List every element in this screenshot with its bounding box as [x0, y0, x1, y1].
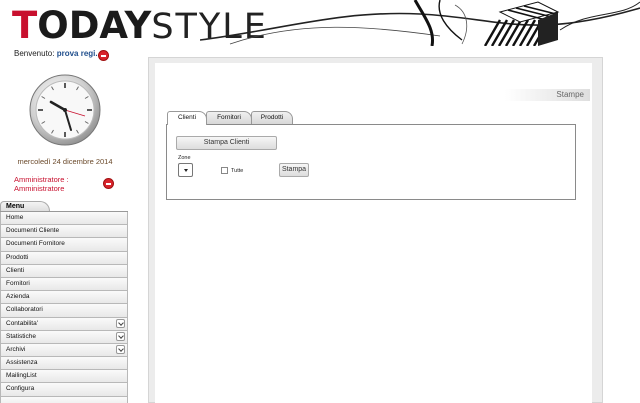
user-name-link[interactable]: prova regi...: [57, 49, 102, 58]
sidebar-item-label: Configura: [6, 385, 35, 393]
tutte-label: Tutte: [231, 168, 244, 174]
chevron-down-icon: [184, 169, 188, 172]
current-date: mercoledì 24 dicembre 2014: [17, 157, 113, 166]
sidebar-item-azienda[interactable]: Azienda: [0, 291, 128, 305]
sidebar-item-label: Azienda: [6, 293, 30, 301]
zone-select[interactable]: [178, 163, 193, 177]
stampa-clienti-button[interactable]: Stampa Clienti: [176, 136, 277, 150]
chevron-down-icon[interactable]: [116, 319, 125, 328]
page-title: Stampe: [556, 90, 584, 99]
main-panel: Stampe Clienti Fornitori Prodotti Stampa…: [148, 57, 603, 403]
chevron-down-icon[interactable]: [116, 332, 125, 342]
sidebar-item-label: Collaboratori: [6, 306, 43, 314]
sidebar-item-label: Statistiche: [6, 332, 36, 340]
sidebar-item-configura[interactable]: Configura: [0, 383, 128, 397]
sidebar-item-documenti-cliente[interactable]: Documenti Cliente: [0, 225, 128, 239]
sidebar-item-label: Documenti Fornitore: [6, 240, 65, 248]
sidebar-item-label: Assistenza: [6, 359, 38, 367]
welcome-text: Benvenuto: prova regi...: [14, 49, 102, 58]
sidebar-menu: Home Documenti Cliente Documenti Fornitore…: [0, 212, 128, 403]
sidebar-item-contabilita[interactable]: Contabilita': [0, 317, 128, 331]
role-line-1: Amministratore :: [14, 175, 69, 184]
sidebar-item-label: Prodotti: [6, 253, 29, 261]
user-role: Amministratore : Amministratore: [14, 175, 69, 193]
sidebar-item-collaboratori[interactable]: Collaboratori: [0, 304, 128, 318]
tab-fornitori[interactable]: Fornitori: [206, 111, 252, 124]
analog-clock: [29, 74, 101, 146]
sidebar-item-more[interactable]: [0, 396, 128, 403]
sidebar-item-label: Home: [6, 214, 24, 221]
tab-clienti[interactable]: Clienti: [167, 111, 207, 125]
sidebar-item-prodotti[interactable]: Prodotti: [0, 251, 128, 265]
logo-bold-text: ODAY: [37, 4, 152, 46]
app-window: TODAYSTYLE Benvenuto: prova regi... merc…: [0, 0, 640, 403]
sidebar-item-mailinglist[interactable]: MailingList: [0, 370, 128, 384]
sidebar-item-label: Clienti: [6, 266, 25, 274]
logout-icon[interactable]: [98, 50, 109, 61]
header-decoration: [200, 0, 640, 46]
sidebar-item-assistenza[interactable]: Assistenza: [0, 357, 128, 371]
content-area: Stampe Clienti Fornitori Prodotti Stampa…: [155, 63, 592, 403]
tutte-checkbox[interactable]: [221, 167, 228, 174]
header-banner: TODAYSTYLE: [0, 0, 640, 46]
tab-panel-clienti: Stampa Clienti Zone Tutte Stampa: [166, 124, 576, 200]
sidebar-item-label: Documenti Cliente: [6, 227, 60, 235]
sidebar-item-label: Fornitori: [6, 279, 30, 287]
role-line-2: Amministratore: [14, 184, 65, 193]
sidebar-item-clienti[interactable]: Clienti: [0, 264, 128, 278]
sidebar-item-fornitori[interactable]: Fornitori: [0, 277, 128, 292]
tab-prodotti[interactable]: Prodotti: [251, 111, 293, 124]
sidebar-item-label: Contabilita': [6, 319, 38, 327]
logout-icon-secondary[interactable]: [103, 178, 114, 189]
zone-label: Zone: [178, 155, 191, 161]
sidebar-item-label: MailingList: [6, 372, 37, 380]
welcome-label: Benvenuto:: [14, 49, 55, 58]
chevron-down-icon[interactable]: [116, 345, 125, 355]
sidebar-item-documenti-fornitore[interactable]: Documenti Fornitore: [0, 238, 128, 252]
sidebar-item-statistiche[interactable]: Statistiche: [0, 330, 128, 344]
stampa-button[interactable]: Stampa: [279, 163, 309, 177]
sidebar-item-label: Archivi: [6, 345, 26, 353]
logo-letter-t: T: [12, 4, 38, 46]
sidebar-item-home[interactable]: Home: [0, 212, 128, 226]
sidebar-item-archivi[interactable]: Archivi: [0, 343, 128, 358]
